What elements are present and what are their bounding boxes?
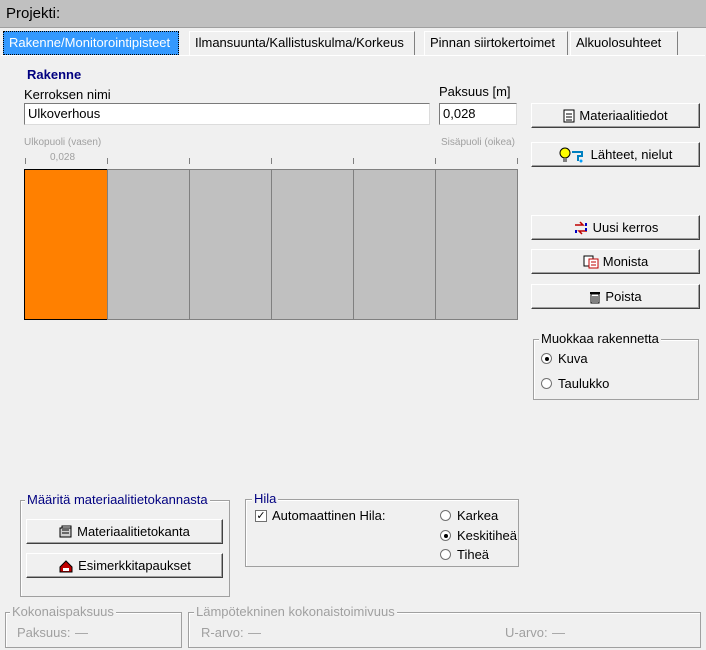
tab-rakenne[interactable]: Rakenne/Monitorointipisteet [3,31,179,55]
thermal-title: Lämpötekninen kokonaistoimivuus [194,604,397,619]
thickness-input[interactable]: 0,028 [439,103,517,125]
layer-2[interactable] [107,169,190,320]
u-value-label: U-arvo: [505,625,548,640]
ruler-tick [189,158,190,164]
auto-grid-checkbox[interactable]: ✓ Automaattinen Hila: [255,508,385,523]
new-layer-icon [574,220,587,235]
total-thickness-value: — [75,625,88,640]
window-title: Projekti: [6,5,61,22]
material-db-group [20,500,230,597]
example-cases-icon [59,559,73,572]
radio-indicator [541,378,552,389]
radio-tihea[interactable]: Tiheä [440,547,489,562]
sources-sinks-button[interactable]: Lähteet, nielut [531,142,700,167]
radio-taulukko-label: Taulukko [558,376,610,391]
r-value: — [248,625,261,640]
example-cases-button[interactable]: Esimerkkitapaukset [26,553,223,578]
duplicate-icon [583,255,599,268]
document-icon [563,109,575,122]
delete-button[interactable]: Poista [531,284,700,309]
radio-keskitihea-label: Keskitiheä [457,528,517,543]
database-icon [59,525,72,537]
u-value: — [552,625,565,640]
layer-6[interactable] [435,169,518,320]
r-value-label: R-arvo: [201,625,244,640]
ruler-tick [107,158,108,164]
radio-indicator [440,549,451,560]
section-heading: Rakenne [27,67,82,82]
tab-alkuolosuhteet[interactable]: Alkuolosuhteet [570,31,678,55]
tab-ilmansuunta[interactable]: Ilmansuunta/Kallistuskulma/Korkeus [189,31,415,55]
layer-thickness-readout: 0,028 [50,152,76,163]
duplicate-button[interactable]: Monista [531,249,700,274]
sources-sinks-label: Lähteet, nielut [590,147,673,162]
radio-indicator [440,510,451,521]
checkbox-indicator: ✓ [255,509,267,522]
radio-indicator [440,530,451,541]
outside-label: Ulkopuoli (vasen) [24,137,102,148]
material-database-label: Materiaalitietokanta [77,524,190,539]
lightbulb-faucet-icon [559,147,583,162]
edit-structure-title: Muokkaa rakennetta [539,331,661,346]
radio-indicator [541,353,552,364]
duplicate-label: Monista [602,254,649,269]
example-cases-label: Esimerkkitapaukset [78,558,191,573]
layer-name-label: Kerroksen nimi [24,87,111,102]
layer-5[interactable] [353,169,436,320]
radio-taulukko[interactable]: Taulukko [541,376,609,391]
grid-title: Hila [252,491,279,506]
radio-keskitihea[interactable]: Keskitiheä [440,528,517,543]
material-database-button[interactable]: Materiaalitietokanta [26,519,223,544]
auto-grid-label: Automaattinen Hila: [272,508,386,523]
layer-name-input[interactable]: Ulkoverhous [24,103,430,125]
layer-3[interactable] [189,169,272,320]
radio-karkea[interactable]: Karkea [440,508,498,523]
inside-label: Sisäpuoli (oikea) [441,137,515,148]
material-data-label: Materiaalitiedot [579,108,668,123]
material-db-title: Määritä materiaalitietokannasta [25,492,210,507]
tab-pinnan-siirtokertoimet[interactable]: Pinnan siirtokertoimet [424,31,568,55]
ruler-tick [435,158,436,164]
layer-1[interactable] [24,169,108,320]
new-layer-button[interactable]: Uusi kerros [531,215,700,240]
radio-tihea-label: Tiheä [457,547,490,562]
material-data-button[interactable]: Materiaalitiedot [531,103,700,128]
ruler-tick [25,158,26,164]
thickness-label: Paksuus [m] [439,84,511,99]
ruler-tick [353,158,354,164]
radio-kuva-label: Kuva [558,351,588,366]
trash-icon [590,291,601,303]
radio-kuva[interactable]: Kuva [541,351,588,366]
new-layer-label: Uusi kerros [592,220,659,235]
delete-label: Poista [605,289,642,304]
ruler-tick [271,158,272,164]
layer-4[interactable] [271,169,354,320]
ruler-tick [517,158,518,164]
radio-karkea-label: Karkea [457,508,499,523]
title-bar: Projekti: [0,0,706,28]
total-thickness-label: Paksuus: [17,625,71,640]
total-thickness-title: Kokonaispaksuus [10,604,116,619]
